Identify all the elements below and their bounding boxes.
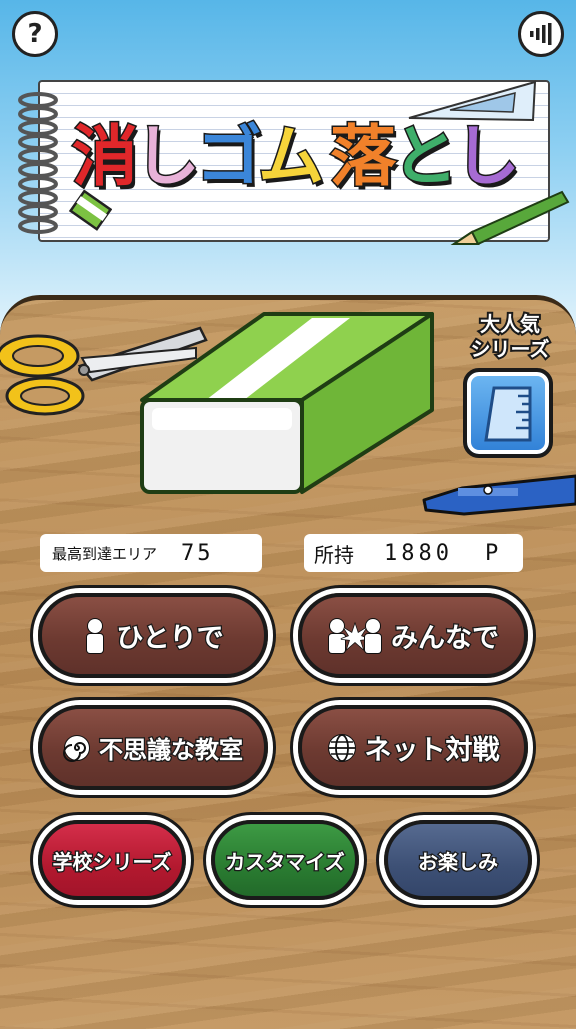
logo-char-3: ゴ — [195, 118, 264, 195]
two-people-icon — [327, 617, 383, 654]
logo-char-7: し — [453, 118, 522, 195]
ruler-icon — [484, 386, 532, 442]
multi-play-label: みんなで — [390, 622, 501, 656]
spiral-icon — [63, 734, 91, 762]
online-battle-button[interactable]: ネット対戦 — [298, 705, 528, 790]
logo-char-5: 落 — [329, 118, 398, 195]
multi-play-button[interactable]: みんなで — [298, 593, 528, 678]
best-area-value: 75 — [181, 540, 214, 566]
customize-label: カスタマイズ — [224, 848, 346, 875]
customize-button[interactable]: カスタマイズ — [211, 820, 359, 900]
featured-label-line2: シリーズ — [469, 335, 552, 363]
points-value: 1880 — [384, 540, 453, 566]
game-logo: 消 し ゴ ム 落 と し — [71, 112, 532, 202]
solo-play-button[interactable]: ひとりで — [38, 593, 268, 678]
featured-label-line1: 大人気 — [478, 310, 542, 338]
featured-series-button[interactable] — [463, 368, 553, 458]
school-series-button[interactable]: 学校シリーズ — [38, 820, 186, 900]
globe-icon — [327, 733, 357, 763]
sound-button[interactable] — [518, 11, 564, 57]
help-button[interactable]: ? — [12, 11, 58, 57]
logo-char-1: 消 — [71, 118, 140, 195]
sound-icon — [530, 23, 552, 45]
best-area-label: 最高到達エリア — [52, 544, 158, 563]
mystery-classroom-button[interactable]: 不思議な教室 — [38, 705, 268, 790]
question-mark-icon: ? — [27, 19, 43, 49]
big-eraser-icon — [140, 312, 434, 494]
logo-char-4: ム — [257, 118, 326, 195]
extras-label: お楽しみ — [417, 848, 500, 875]
logo-char-6: と — [391, 118, 460, 195]
school-series-label: 学校シリーズ — [51, 848, 173, 875]
featured-series-label: 大人気 シリーズ — [460, 310, 560, 363]
extras-button[interactable]: お楽しみ — [384, 820, 532, 900]
online-battle-label: ネット対戦 — [363, 734, 501, 768]
logo-char-2: し — [133, 118, 202, 195]
best-area-panel: 最高到達エリア 75 — [40, 534, 262, 572]
mystery-classroom-label: 不思議な教室 — [98, 735, 245, 766]
points-panel: 所持 1880 P — [304, 534, 523, 572]
pen-icon — [422, 474, 576, 516]
single-person-icon — [82, 617, 108, 654]
spiral-binding — [18, 92, 58, 234]
points-unit: P — [484, 540, 499, 566]
solo-play-label: ひとりで — [115, 622, 225, 656]
points-label: 所持 — [314, 542, 354, 567]
